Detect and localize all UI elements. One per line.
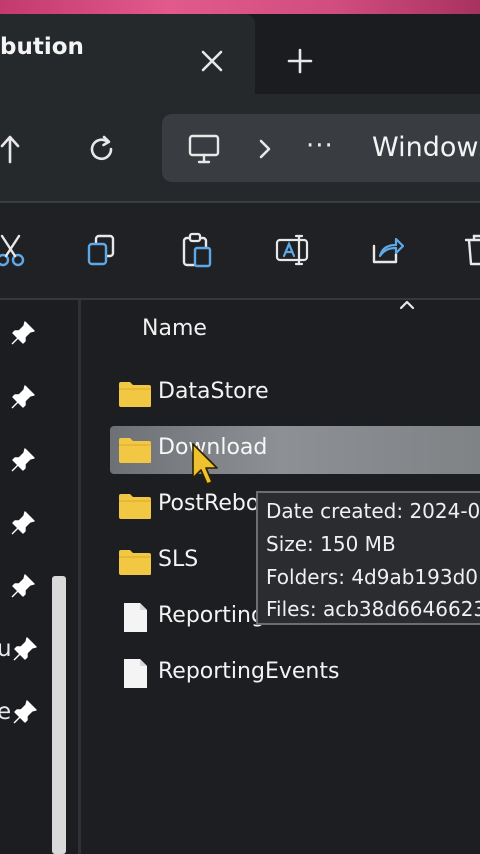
pin-icon[interactable] bbox=[10, 384, 36, 410]
mouse-pointer-icon bbox=[192, 443, 218, 485]
folder-icon bbox=[119, 382, 151, 407]
rename-icon[interactable] bbox=[275, 232, 309, 268]
tooltip-date-created: Date created: 2024-0 bbox=[266, 499, 480, 523]
new-tab-plus-icon[interactable] bbox=[284, 44, 316, 78]
list-item[interactable]: ReportingEvents bbox=[110, 650, 480, 698]
pin-icon[interactable] bbox=[10, 447, 36, 473]
nav-scrollbar[interactable] bbox=[52, 576, 66, 854]
pin-icon[interactable] bbox=[12, 699, 38, 725]
item-name: SLS bbox=[158, 547, 199, 572]
this-pc-icon[interactable] bbox=[186, 131, 222, 167]
paste-icon[interactable] bbox=[180, 232, 214, 268]
file-icon bbox=[124, 659, 147, 688]
folder-icon bbox=[119, 550, 151, 575]
tab-title: bution bbox=[0, 34, 84, 60]
up-arrow-icon[interactable] bbox=[0, 132, 24, 166]
column-header-name[interactable]: Name bbox=[142, 316, 207, 341]
item-name: PostRebo bbox=[158, 491, 260, 516]
item-name: DataStore bbox=[158, 379, 269, 404]
list-item[interactable]: DataStore bbox=[110, 370, 480, 418]
nav-item-label[interactable]: e bbox=[0, 699, 11, 725]
delete-icon[interactable] bbox=[462, 232, 480, 268]
chevron-right-icon[interactable] bbox=[256, 135, 274, 163]
sort-ascending-caret-icon[interactable] bbox=[398, 298, 416, 312]
cut-icon[interactable] bbox=[0, 232, 28, 268]
list-item-selected[interactable]: Download bbox=[110, 426, 480, 474]
copy-icon[interactable] bbox=[84, 232, 118, 268]
folder-icon bbox=[119, 494, 151, 519]
tooltip-folders: Folders: 4d9ab193d0 bbox=[266, 565, 479, 589]
share-icon[interactable] bbox=[370, 232, 404, 268]
tooltip-files: Files: acb38d6646623 bbox=[266, 597, 480, 621]
refresh-icon[interactable] bbox=[86, 132, 118, 166]
item-name: Reporting bbox=[158, 603, 265, 628]
pin-icon[interactable] bbox=[10, 320, 36, 346]
breadcrumb-overflow[interactable]: ··· bbox=[306, 131, 334, 161]
tooltip-size: Size: 150 MB bbox=[266, 532, 396, 556]
nav-item-label[interactable]: u bbox=[0, 636, 12, 662]
file-icon bbox=[124, 603, 147, 632]
folder-icon bbox=[119, 438, 151, 463]
item-name: ReportingEvents bbox=[158, 659, 340, 684]
pin-icon[interactable] bbox=[10, 573, 36, 599]
command-bar bbox=[0, 203, 480, 298]
breadcrumb-item[interactable]: Windows bbox=[372, 132, 480, 163]
close-icon[interactable] bbox=[199, 44, 225, 78]
hover-tooltip: Date created: 2024-0 Size: 150 MB Folder… bbox=[256, 491, 480, 625]
pin-icon[interactable] bbox=[12, 636, 38, 662]
pin-icon[interactable] bbox=[10, 510, 36, 536]
